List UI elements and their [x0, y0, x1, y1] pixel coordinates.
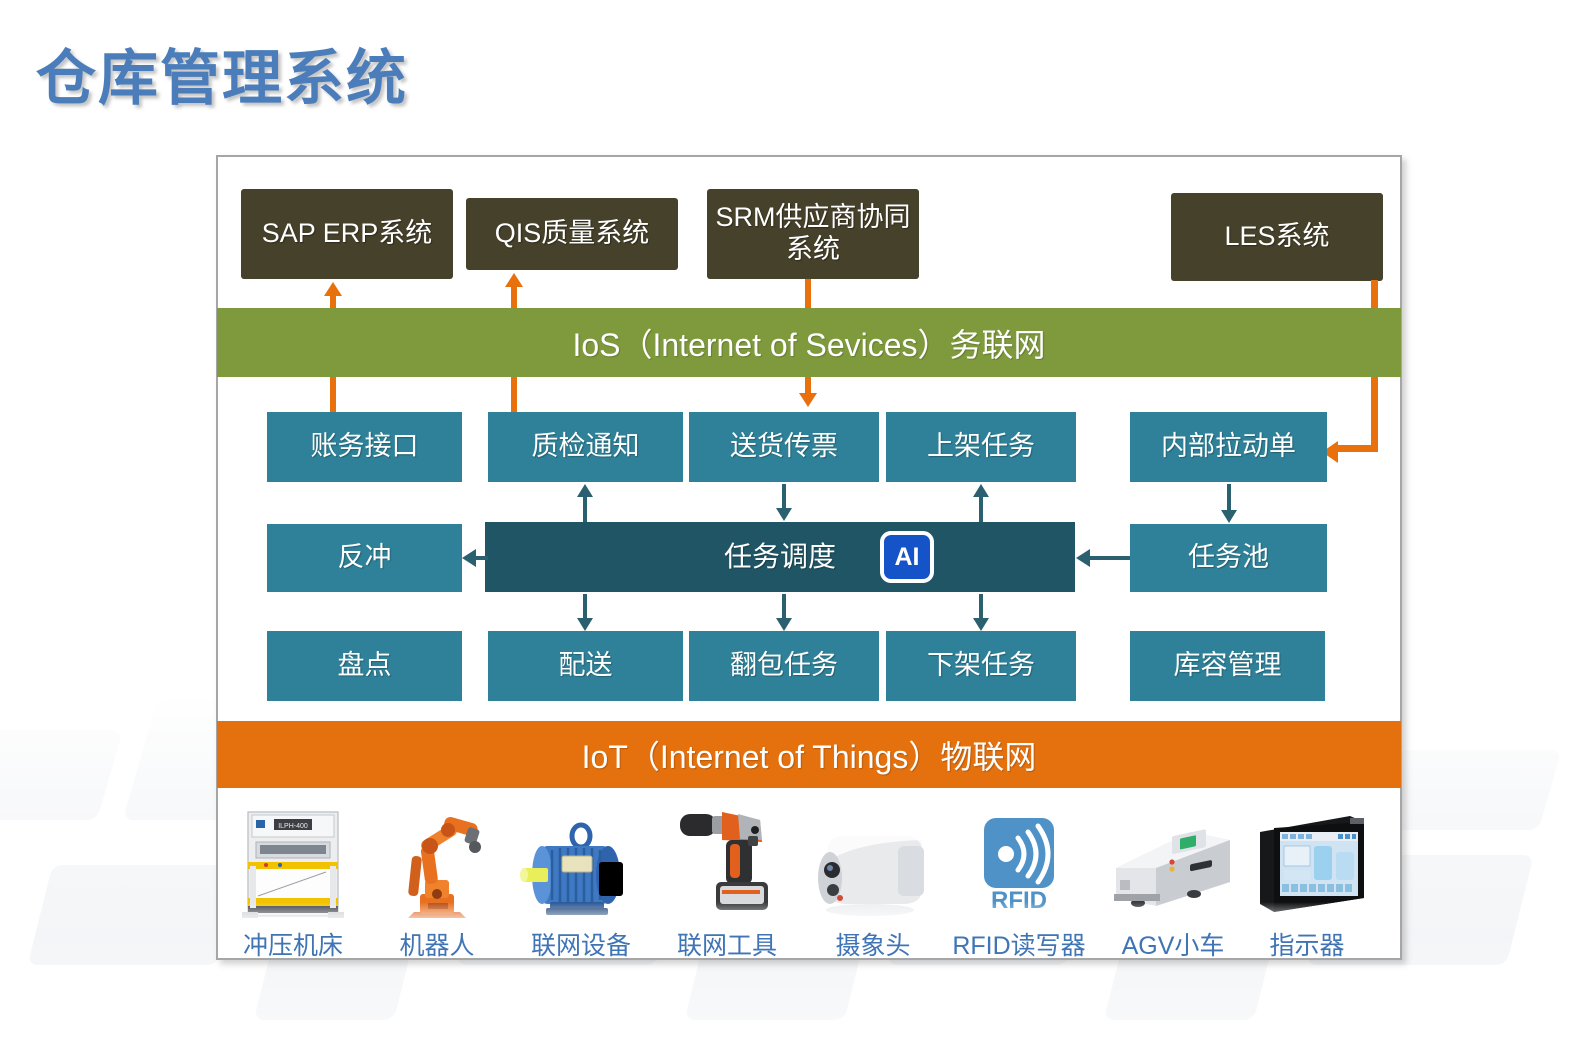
device-label: 冲压机床	[242, 932, 343, 960]
service-box-qc-notice[interactable]: 质检通知	[488, 412, 683, 482]
device-label: 联网工具	[676, 932, 777, 960]
service-box-repack-task[interactable]: 翻包任务	[689, 631, 879, 701]
hmi-panel-icon	[1232, 806, 1382, 924]
device-robot[interactable]: 机器人	[362, 806, 512, 962]
device-rfid-reader[interactable]: RFID RFID读写器	[944, 806, 1094, 962]
external-system-label: SRM供应商协同系统	[715, 202, 911, 264]
ai-badge[interactable]: AI	[880, 531, 934, 583]
service-box-label: 翻包任务	[730, 650, 838, 681]
service-box-putaway-task[interactable]: 上架任务	[886, 412, 1076, 482]
service-box-backflush[interactable]: 反冲	[267, 524, 462, 592]
band-iot: IoT（Internet of Things）物联网	[217, 721, 1401, 788]
service-box-label: 任务池	[1188, 542, 1269, 573]
band-ios: IoS（Internet of Sevices）务联网	[217, 308, 1401, 377]
external-system-srm[interactable]: SRM供应商协同系统	[707, 189, 919, 279]
service-box-capacity-management[interactable]: 库容管理	[1130, 631, 1325, 701]
service-box-label: 上架任务	[927, 431, 1035, 462]
slide-canvas: 仓库管理系统 SAP ERP系统 QIS质量系统 SRM供应商协同系统 LES系…	[0, 0, 1587, 1043]
service-box-label: 质检通知	[531, 431, 640, 462]
rfid-icon: RFID	[944, 806, 1094, 924]
service-box-accounting-interface[interactable]: 账务接口	[267, 412, 462, 482]
band-ios-label: IoS（Internet of Sevices）务联网	[572, 326, 1046, 363]
external-system-label: LES系统	[1224, 221, 1330, 252]
external-system-les[interactable]: LES系统	[1171, 193, 1383, 281]
motor-icon	[506, 806, 656, 924]
stamping-press-icon: ILPH-400	[218, 806, 368, 924]
service-box-label: 下架任务	[927, 650, 1035, 681]
service-box-internal-pull-order[interactable]: 内部拉动单	[1130, 412, 1327, 482]
service-box-label: 配送	[558, 650, 613, 681]
device-label: 机器人	[399, 932, 475, 960]
service-box-pickdown-task[interactable]: 下架任务	[886, 631, 1076, 701]
device-networked-tool[interactable]: 联网工具	[652, 806, 802, 962]
external-system-qis[interactable]: QIS质量系统	[466, 198, 678, 270]
device-label: RFID读写器	[952, 932, 1086, 960]
service-box-label: 账务接口	[310, 431, 419, 462]
service-box-delivery-note[interactable]: 送货传票	[689, 412, 879, 482]
device-label: AGV小车	[1121, 932, 1225, 960]
external-system-label: QIS质量系统	[494, 218, 650, 249]
agv-cart-icon	[1098, 806, 1248, 924]
service-box-distribution[interactable]: 配送	[488, 631, 683, 701]
service-box-label: 反冲	[337, 542, 392, 573]
robot-arm-icon	[362, 806, 512, 924]
device-label: 联网设备	[530, 932, 631, 960]
power-tool-icon	[652, 806, 802, 924]
device-label: 摄象头	[835, 932, 911, 960]
camera-icon	[798, 806, 948, 924]
ai-badge-label: AI	[894, 542, 920, 571]
external-system-sap-erp[interactable]: SAP ERP系统	[241, 189, 453, 279]
device-networked-equipment[interactable]: 联网设备	[506, 806, 656, 962]
device-indicator[interactable]: 指示器	[1232, 806, 1382, 962]
task-scheduler-label: 任务调度	[723, 541, 836, 573]
band-iot-label: IoT（Internet of Things）物联网	[581, 738, 1037, 775]
page-title: 仓库管理系统	[36, 45, 408, 112]
service-box-stocktake[interactable]: 盘点	[267, 631, 462, 701]
service-box-label: 内部拉动单	[1161, 431, 1296, 462]
svg-text:ILPH-400: ILPH-400	[278, 823, 308, 830]
device-stamping-press[interactable]: ILPH-400 冲压机床	[218, 806, 368, 962]
task-scheduler-bar[interactable]: 任务调度	[485, 522, 1075, 592]
external-system-label: SAP ERP系统	[261, 218, 433, 249]
service-box-label: 库容管理	[1173, 650, 1282, 681]
service-box-label: 送货传票	[730, 431, 838, 462]
device-camera[interactable]: 摄象头	[798, 806, 948, 962]
device-label: 指示器	[1269, 932, 1345, 960]
service-box-task-pool[interactable]: 任务池	[1130, 524, 1327, 592]
device-agv-cart[interactable]: AGV小车	[1098, 806, 1248, 962]
service-box-label: 盘点	[337, 650, 392, 681]
